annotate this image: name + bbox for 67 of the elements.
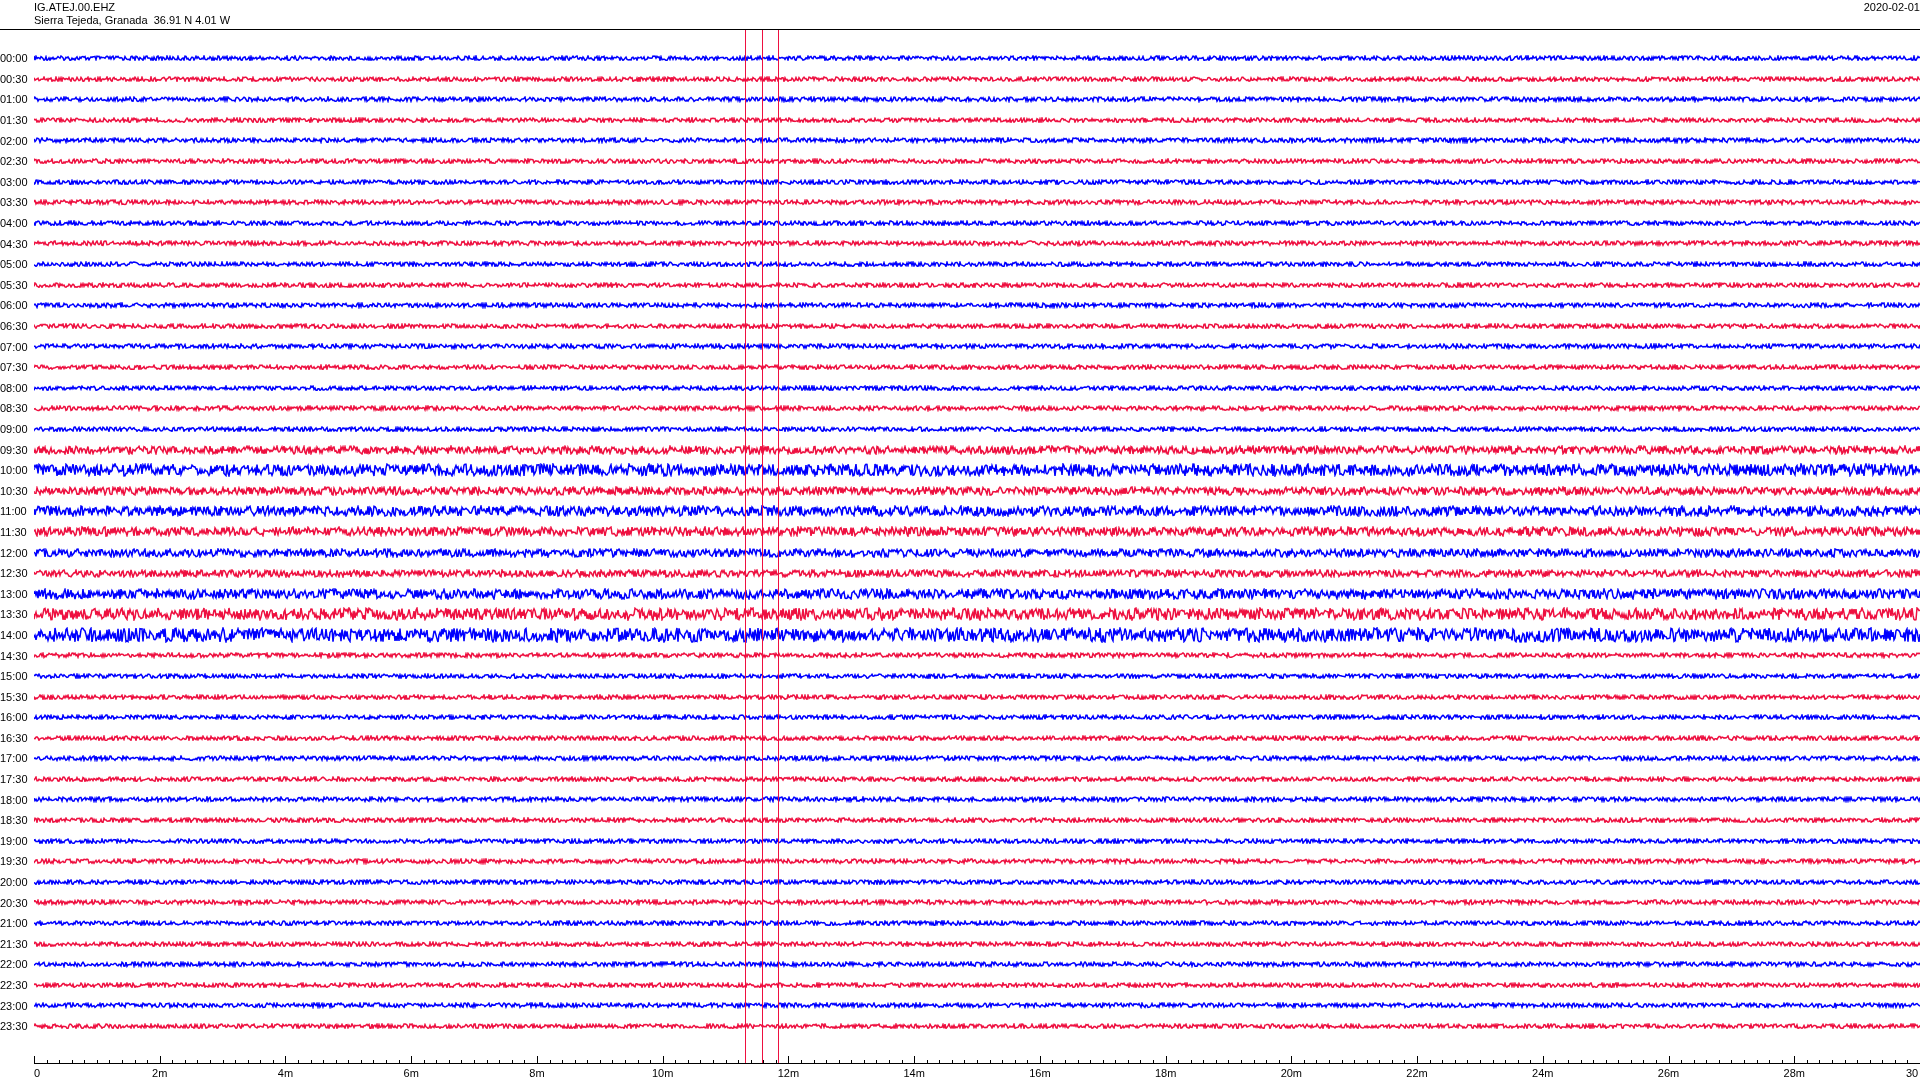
station-location: Sierra Tejeda, Granada 36.91 N 4.01 W xyxy=(34,14,231,27)
row-time-label: 17:00 xyxy=(0,752,29,765)
axis-tick-label: 10m xyxy=(651,1067,674,1079)
axis-tick-label: 8m xyxy=(529,1067,545,1079)
row-time-label: 00:30 xyxy=(0,72,29,85)
row-time-label: 18:30 xyxy=(0,814,29,827)
row-time-label: 06:00 xyxy=(0,299,29,312)
row-time-label: 20:30 xyxy=(0,896,29,909)
row-time-label: 09:30 xyxy=(0,443,29,456)
axis-tick-label: 14m xyxy=(903,1067,925,1079)
row-time-label: 18:00 xyxy=(0,793,29,806)
row-time-label: 04:30 xyxy=(0,237,29,250)
row-time-label: 15:30 xyxy=(0,690,29,703)
row-time-label: 01:00 xyxy=(0,93,29,106)
row-time-label: 02:00 xyxy=(0,134,29,147)
axis-tick-label: 0 xyxy=(33,1067,41,1079)
row-time-label: 16:00 xyxy=(0,711,29,724)
axis-tick-label: 20m xyxy=(1280,1067,1303,1079)
row-time-label: 10:30 xyxy=(0,484,29,497)
row-time-label: 03:30 xyxy=(0,196,29,209)
row-time-label: 13:30 xyxy=(0,608,29,621)
axis-tick-label: 24m xyxy=(1532,1067,1554,1079)
row-time-label: 05:30 xyxy=(0,278,29,291)
axis-tick-label: 18m xyxy=(1154,1067,1177,1079)
row-time-label: 09:00 xyxy=(0,423,29,435)
row-time-label: 11:00 xyxy=(0,505,28,518)
row-time-label: 20:00 xyxy=(0,876,29,889)
axis-tick-label: 30 xyxy=(1905,1067,1919,1079)
row-time-label: 08:30 xyxy=(0,402,29,415)
row-time-label: 14:30 xyxy=(0,649,29,662)
row-time-label: 21:30 xyxy=(0,937,29,950)
row-time-label: 08:00 xyxy=(0,381,29,394)
axis-tick-label: 16m xyxy=(1029,1067,1051,1079)
row-time-label: 19:30 xyxy=(0,855,29,868)
row-time-label: 12:00 xyxy=(0,546,29,559)
axis-tick-label: 26m xyxy=(1657,1067,1680,1079)
row-time-label: 23:00 xyxy=(0,999,29,1012)
row-time-label: 07:30 xyxy=(0,361,29,374)
axis-tick-label: 6m xyxy=(403,1067,419,1079)
row-time-label: 22:30 xyxy=(0,979,29,991)
axis-tick-label: 2m xyxy=(152,1067,168,1079)
row-time-label: 13:00 xyxy=(0,587,29,600)
row-time-label: 01:30 xyxy=(0,114,29,127)
row-time-label: 04:00 xyxy=(0,217,29,230)
station-code: IG.ATEJ.00.EHZ xyxy=(34,1,117,14)
axis-tick-label: 12m xyxy=(777,1067,800,1079)
row-time-label: 16:30 xyxy=(0,731,29,744)
row-time-label: 11:30 xyxy=(0,525,28,538)
row-time-label: 10:00 xyxy=(0,464,29,477)
row-time-label: 23:30 xyxy=(0,1020,29,1033)
axis-tick-label: 28m xyxy=(1783,1067,1805,1079)
row-time-label: 22:00 xyxy=(0,958,29,971)
row-time-label: 21:00 xyxy=(0,917,29,930)
row-time-label: 06:30 xyxy=(0,320,29,332)
row-time-label: 19:00 xyxy=(0,834,29,847)
row-time-label: 12:30 xyxy=(0,567,29,580)
row-time-label: 05:00 xyxy=(0,258,29,271)
row-time-label: 14:00 xyxy=(0,628,29,641)
axis-tick-label: 4m xyxy=(277,1067,294,1079)
row-time-label: 02:30 xyxy=(0,155,29,168)
row-time-label: 17:30 xyxy=(0,773,29,786)
plot-date: 2020-02-01 xyxy=(1863,0,1920,15)
row-time-label: 03:00 xyxy=(0,175,29,188)
axis-tick-label: 22m xyxy=(1406,1067,1428,1079)
row-time-label: 15:00 xyxy=(0,670,29,683)
row-time-label: 00:00 xyxy=(0,52,29,65)
row-time-label: 07:00 xyxy=(0,340,29,353)
